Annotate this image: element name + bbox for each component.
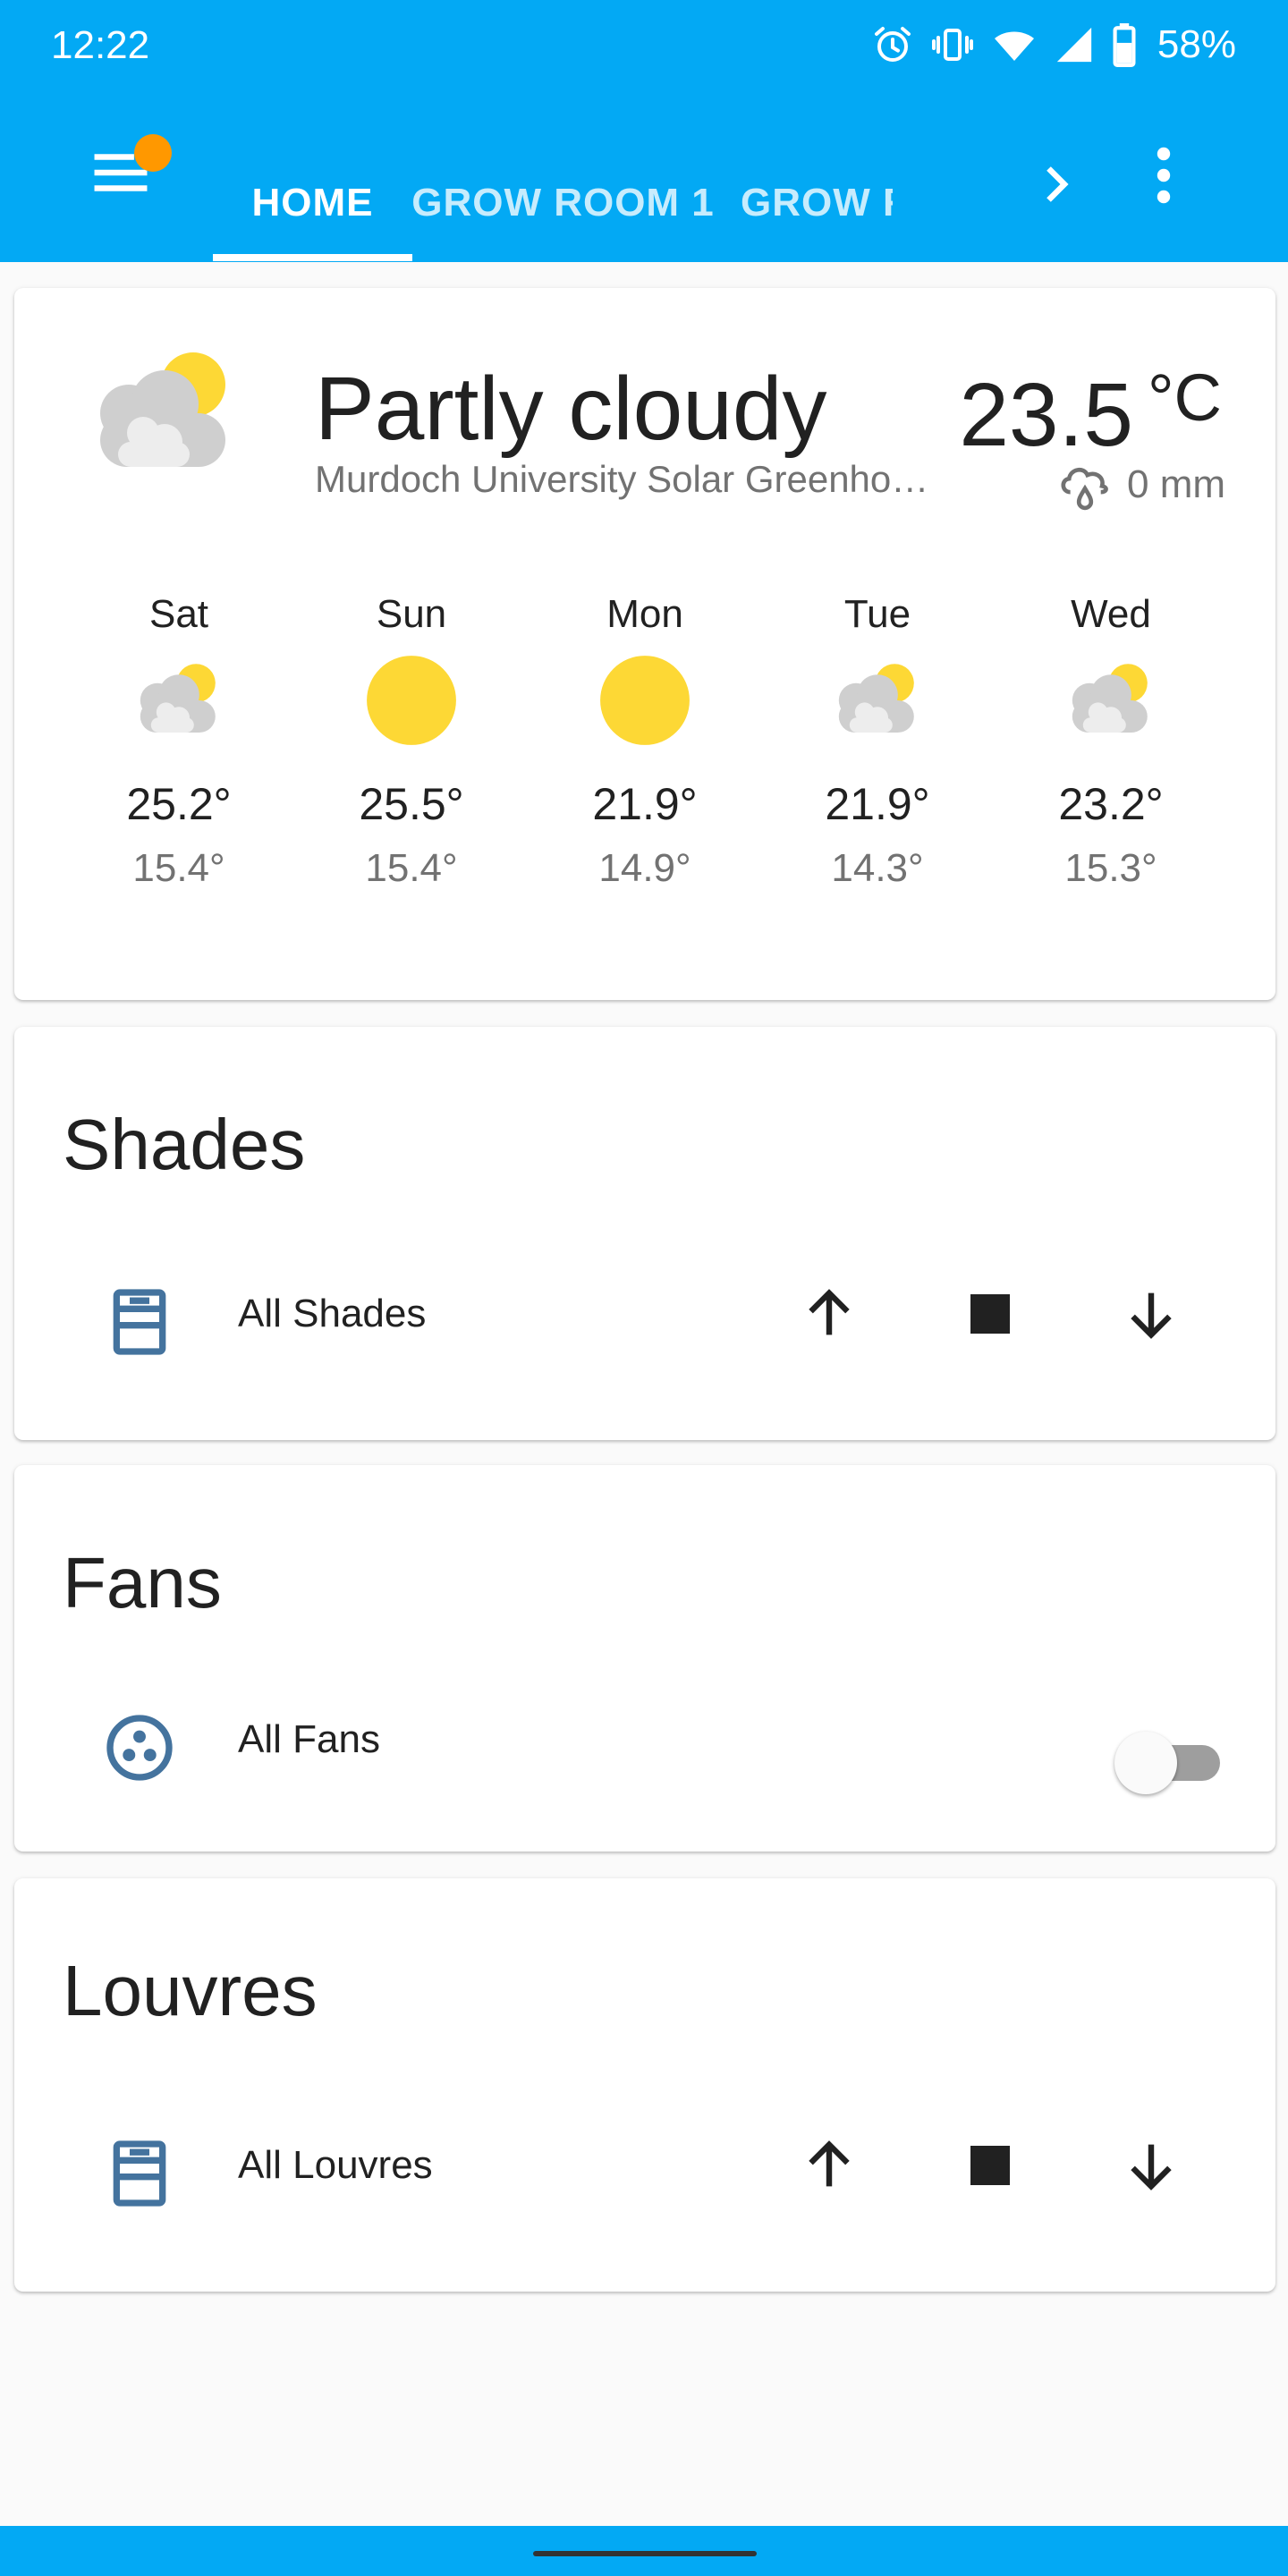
forecast-day-name: Wed (1071, 592, 1151, 636)
weather-station-name: Murdoch University Solar Greenhouse (315, 458, 941, 500)
tab-home[interactable]: HOME (213, 143, 412, 262)
forecast-day: Wed 23.2° 15.3° (1004, 592, 1218, 891)
stop-cover-button[interactable] (950, 2125, 1030, 2206)
signal-icon (1056, 27, 1092, 63)
active-tab-indicator (213, 254, 412, 261)
battery-icon (1113, 23, 1136, 67)
fans-card: Fans All Fans (14, 1465, 1275, 1852)
forecast-high: 25.5° (359, 779, 464, 829)
forecast-high: 21.9° (592, 779, 698, 829)
wifi-icon (994, 31, 1034, 61)
fan-toggle-switch[interactable] (1114, 1732, 1227, 1794)
stop-icon (970, 2146, 1010, 2185)
forecast-day: Tue 21.9° 14.3° (770, 592, 985, 891)
partly-cloudy-icon (140, 664, 216, 733)
forecast-low: 14.3° (831, 846, 924, 890)
notification-badge (134, 134, 172, 172)
app-header: 12:22 58% HOME GROW ROOM 1 GROW (0, 0, 1288, 262)
system-nav-bar (0, 2526, 1288, 2576)
precipitation: 0 mm (1055, 458, 1225, 512)
current-temperature: 23.5 °C (959, 360, 1222, 467)
forecast-day-name: Mon (606, 592, 683, 636)
open-cover-button[interactable] (789, 2125, 869, 2206)
battery-level: 58% (1157, 22, 1236, 66)
precipitation-value: 0 mm (1127, 462, 1225, 506)
temperature-unit: °C (1147, 360, 1222, 435)
toggle-thumb (1114, 1732, 1177, 1794)
forecast-day: Sun 25.5° 15.4° (304, 592, 519, 891)
forecast-day: Mon 21.9° 14.9° (538, 592, 752, 891)
sunny-icon (600, 656, 690, 745)
forecast-low: 15.4° (132, 846, 225, 890)
forecast-low: 15.4° (365, 846, 458, 890)
window-shade-icon[interactable] (100, 2134, 179, 2213)
close-cover-button[interactable] (1111, 1274, 1191, 1354)
stop-cover-button[interactable] (950, 1274, 1030, 1354)
tab-grow-room-2[interactable]: GROW R (714, 143, 893, 262)
arrow-down-icon (1131, 1292, 1172, 1339)
alarm-icon (874, 27, 911, 62)
arrow-down-icon (1131, 2144, 1172, 2190)
chevron-right-icon (1046, 166, 1069, 202)
arrow-up-icon (809, 2140, 850, 2187)
more-vert-icon (1157, 147, 1171, 204)
forecast-low: 15.3° (1064, 846, 1157, 890)
forecast-day-name: Tue (843, 592, 911, 636)
forecast-day-name: Sat (148, 592, 209, 636)
forecast-high: 25.2° (126, 779, 232, 829)
status-icons: 58% (871, 20, 1236, 70)
weather-condition: Partly cloudy (315, 359, 827, 459)
weather-forecast-card[interactable]: Partly cloudy Murdoch University Solar G… (14, 288, 1275, 1000)
forecast-high: 23.2° (1058, 779, 1164, 829)
tab-grow-room-1[interactable]: GROW ROOM 1 (412, 143, 714, 262)
forecast-low: 14.9° (598, 846, 691, 890)
home-gesture-handle[interactable] (533, 2551, 757, 2556)
forecast-day: Sat 25.2° 15.4° (72, 592, 286, 891)
stop-icon (970, 1294, 1010, 1334)
card-title: Louvres (63, 1951, 318, 2030)
overflow-menu-button[interactable] (1141, 143, 1186, 208)
partly-cloudy-icon (838, 664, 914, 733)
sunny-icon (367, 656, 456, 745)
partly-cloudy-icon (100, 352, 225, 467)
window-shade-icon[interactable] (100, 1283, 179, 1361)
shades-card: Shades All Shades (14, 1027, 1275, 1440)
arrow-up-icon (809, 1289, 850, 1335)
vibrate-icon (931, 29, 973, 61)
entity-name[interactable]: All Fans (238, 1717, 380, 1762)
scroll-tabs-button[interactable] (1029, 154, 1082, 215)
rain-cloud-icon (1061, 467, 1108, 511)
forecast-high: 21.9° (825, 779, 930, 829)
close-cover-button[interactable] (1111, 2125, 1191, 2206)
entity-name[interactable]: All Louvres (238, 2143, 433, 2188)
fan-icon[interactable] (100, 1708, 179, 1787)
entity-name[interactable]: All Shades (238, 1292, 426, 1336)
partly-cloudy-icon (1072, 664, 1148, 733)
status-time: 12:22 (51, 23, 150, 67)
louvres-card: Louvres All Louvres (14, 1878, 1275, 2292)
forecast-day-name: Sun (376, 592, 447, 636)
card-title: Fans (63, 1543, 222, 1623)
card-title: Shades (63, 1105, 306, 1184)
temperature-value: 23.5 (959, 365, 1133, 465)
open-cover-button[interactable] (789, 1274, 869, 1354)
